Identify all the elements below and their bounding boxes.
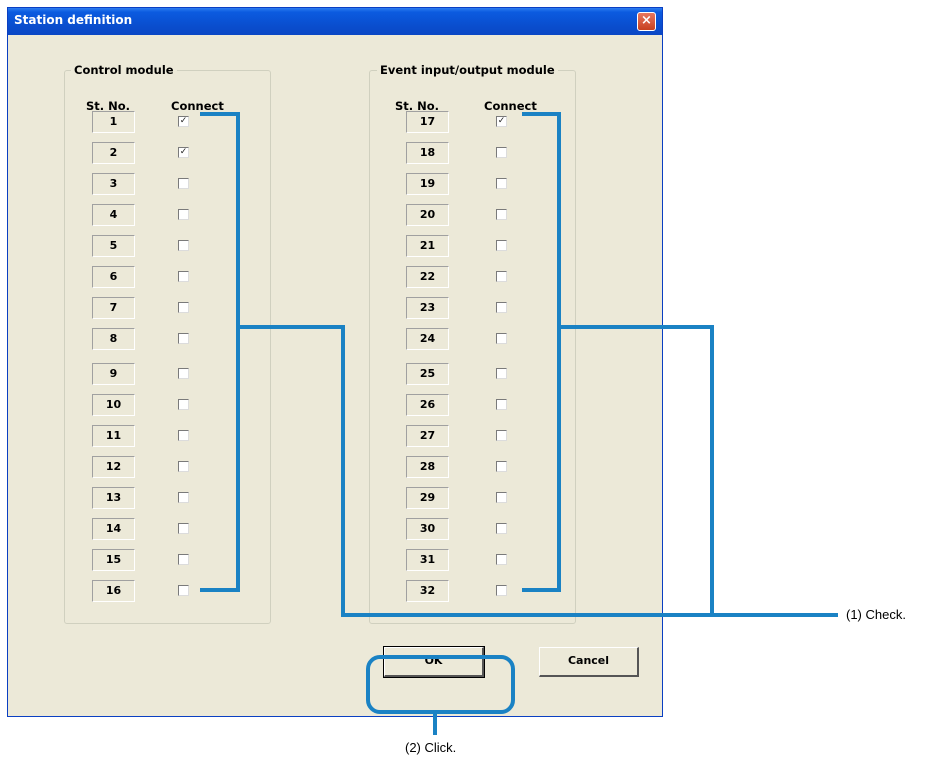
right-bracket [522,112,561,592]
right-connector-line [559,325,838,617]
click-annotation: (2) Click. [405,740,457,755]
check-annotation: (1) Check. [846,607,906,622]
annotation-overlay [200,112,838,735]
left-connector-line [238,325,712,617]
ok-highlight [366,655,515,714]
left-bracket [200,112,240,592]
